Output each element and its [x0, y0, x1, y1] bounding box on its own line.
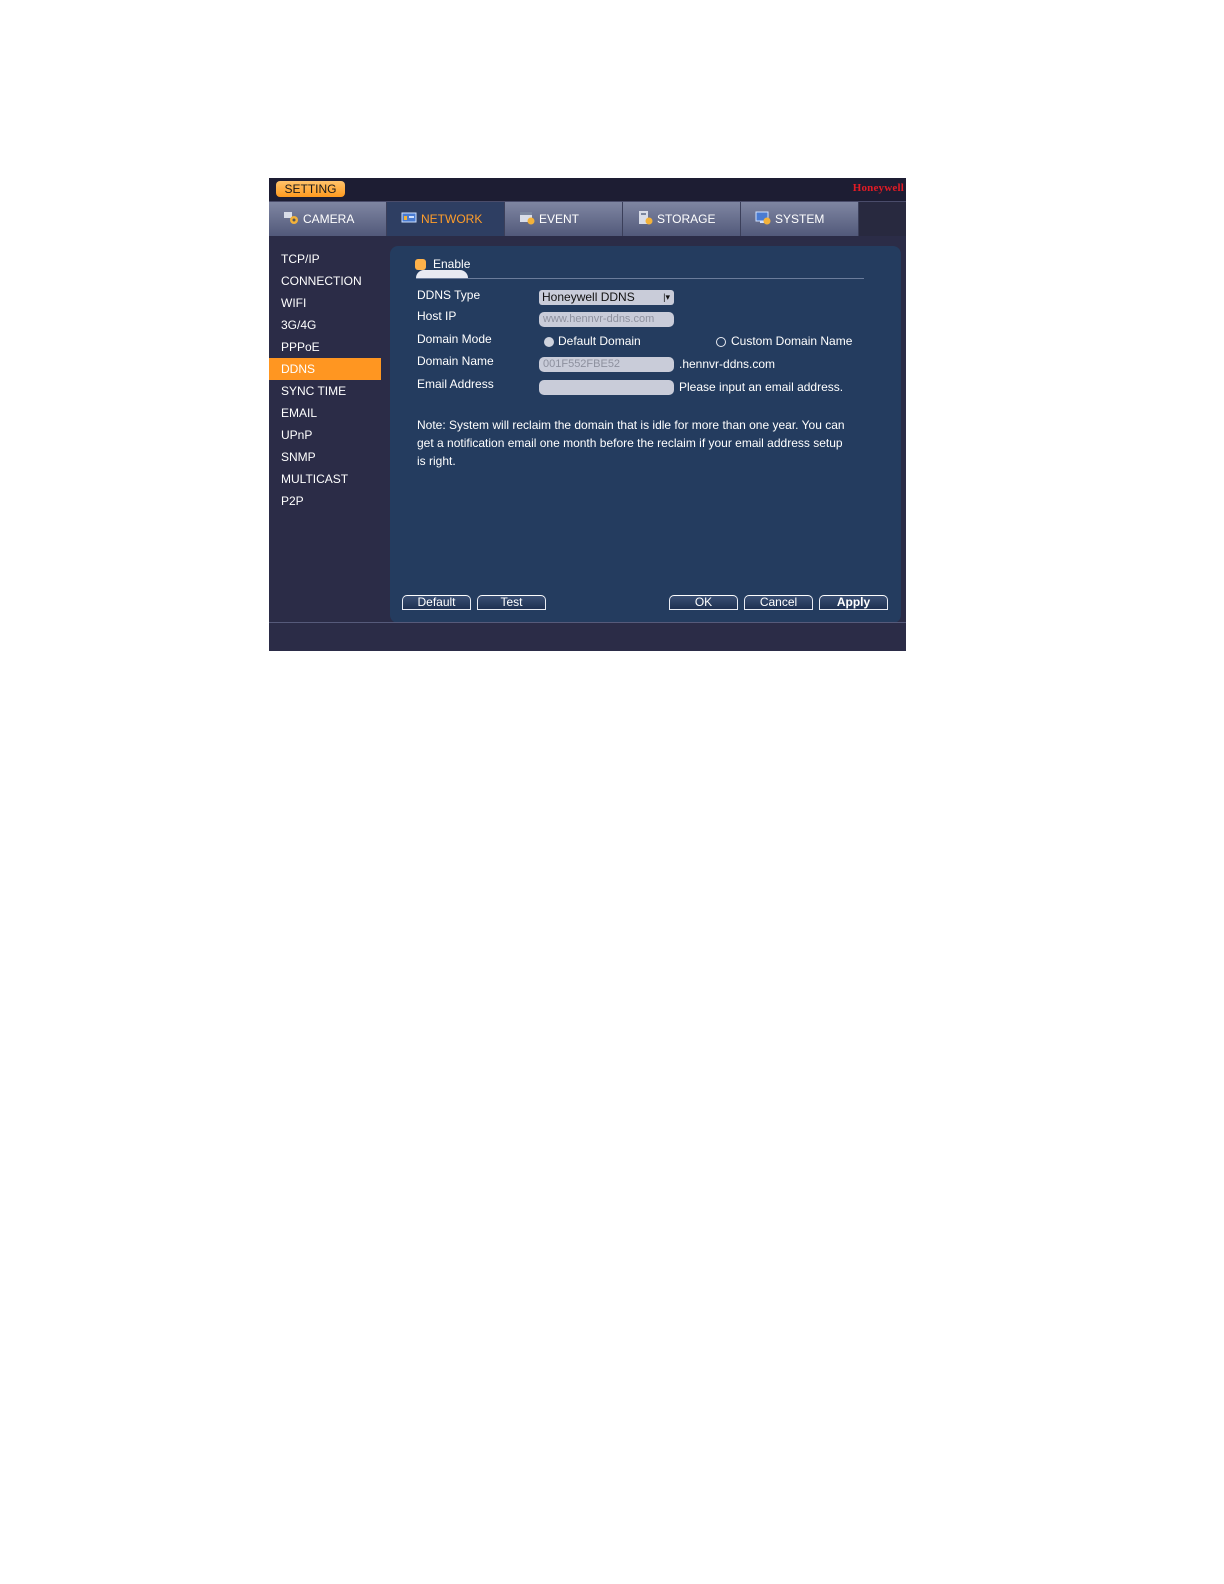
host-ip-label: Host IP — [417, 309, 457, 323]
ddns-type-value: Honeywell DDNS — [542, 290, 635, 304]
footer-divider — [269, 622, 906, 623]
note-line: is right. — [417, 454, 456, 468]
email-field[interactable] — [539, 380, 674, 395]
sidebar-item-tcpip[interactable]: TCP/IP — [269, 248, 381, 270]
domain-mode-label: Domain Mode — [417, 332, 492, 346]
note-line: get a notification email one month befor… — [417, 436, 843, 450]
cancel-button[interactable]: Cancel — [744, 595, 813, 610]
ddns-type-select[interactable]: Honeywell DDNS |▾ — [539, 290, 674, 305]
email-hint: Please input an email address. — [679, 380, 844, 394]
domain-name-label: Domain Name — [417, 354, 494, 368]
apply-button[interactable]: Apply — [819, 595, 888, 610]
chevron-down-icon: |▾ — [663, 292, 670, 302]
divider — [416, 278, 864, 279]
sidebar-item-p2p[interactable]: P2P — [269, 490, 381, 512]
brand-logo: Honeywell — [852, 182, 904, 194]
domain-name-field[interactable]: 001F552FBE52 — [539, 357, 674, 372]
host-ip-field[interactable]: www.hennvr-ddns.com — [539, 312, 674, 327]
tab-label: STORAGE — [657, 212, 716, 226]
ddns-panel: Enable DDNS Type Honeywell DDNS |▾ Host … — [390, 246, 901, 623]
system-icon — [755, 211, 771, 225]
title-bar: SETTING Honeywell — [269, 178, 906, 202]
sidebar-item-upnp[interactable]: UPnP — [269, 424, 381, 446]
note-line: Note: System will reclaim the domain tha… — [417, 418, 845, 432]
domain-suffix: .hennvr-ddns.com — [679, 357, 776, 371]
network-icon — [401, 212, 417, 223]
default-button[interactable]: Default — [402, 595, 471, 610]
note-text: Note: System will reclaim the domain tha… — [417, 416, 877, 470]
sidebar-item-snmp[interactable]: SNMP — [269, 446, 381, 468]
custom-domain-radio[interactable] — [716, 337, 726, 347]
tab-label: CAMERA — [303, 212, 355, 226]
storage-icon — [639, 211, 653, 225]
custom-domain-label: Custom Domain Name — [731, 334, 853, 348]
main-tabs: CAMERA NETWORK EVENT STORAGE SYSTEM — [269, 202, 906, 236]
tab-system[interactable]: SYSTEM — [741, 202, 859, 236]
sidebar-item-3g4g[interactable]: 3G/4G — [269, 314, 381, 336]
sidebar-item-ddns[interactable]: DDNS — [269, 358, 381, 380]
sidebar-item-email[interactable]: EMAIL — [269, 402, 381, 424]
tab-label: SYSTEM — [775, 212, 825, 226]
default-domain-radio[interactable] — [544, 337, 554, 347]
sidebar-item-multicast[interactable]: MULTICAST — [269, 468, 381, 490]
test-button[interactable]: Test — [477, 595, 546, 610]
enable-label: Enable — [433, 257, 471, 271]
tab-storage[interactable]: STORAGE — [623, 202, 741, 236]
ok-button[interactable]: OK — [669, 595, 738, 610]
email-label: Email Address — [417, 377, 494, 391]
event-icon — [520, 212, 535, 225]
sidebar: TCP/IP CONNECTION WIFI 3G/4G PPPoE DDNS … — [269, 248, 389, 512]
tab-label: EVENT — [539, 212, 580, 226]
tab-camera[interactable]: CAMERA — [269, 202, 387, 236]
default-domain-label: Default Domain — [558, 334, 641, 348]
ddns-type-label: DDNS Type — [417, 288, 481, 302]
sidebar-item-pppoe[interactable]: PPPoE — [269, 336, 381, 358]
enable-checkbox[interactable] — [415, 259, 426, 270]
tab-event[interactable]: EVENT — [505, 202, 623, 236]
sidebar-item-connection[interactable]: CONNECTION — [269, 270, 381, 292]
camera-settings-icon — [284, 212, 298, 224]
sub-tab[interactable] — [416, 270, 468, 278]
settings-window: SETTING Honeywell CAMERA NETWORK EVENT S… — [269, 178, 906, 651]
tab-label: NETWORK — [421, 212, 483, 226]
tab-network[interactable]: NETWORK — [387, 202, 505, 236]
sidebar-item-wifi[interactable]: WIFI — [269, 292, 381, 314]
sidebar-item-sync-time[interactable]: SYNC TIME — [269, 380, 381, 402]
setting-button[interactable]: SETTING — [276, 181, 345, 197]
